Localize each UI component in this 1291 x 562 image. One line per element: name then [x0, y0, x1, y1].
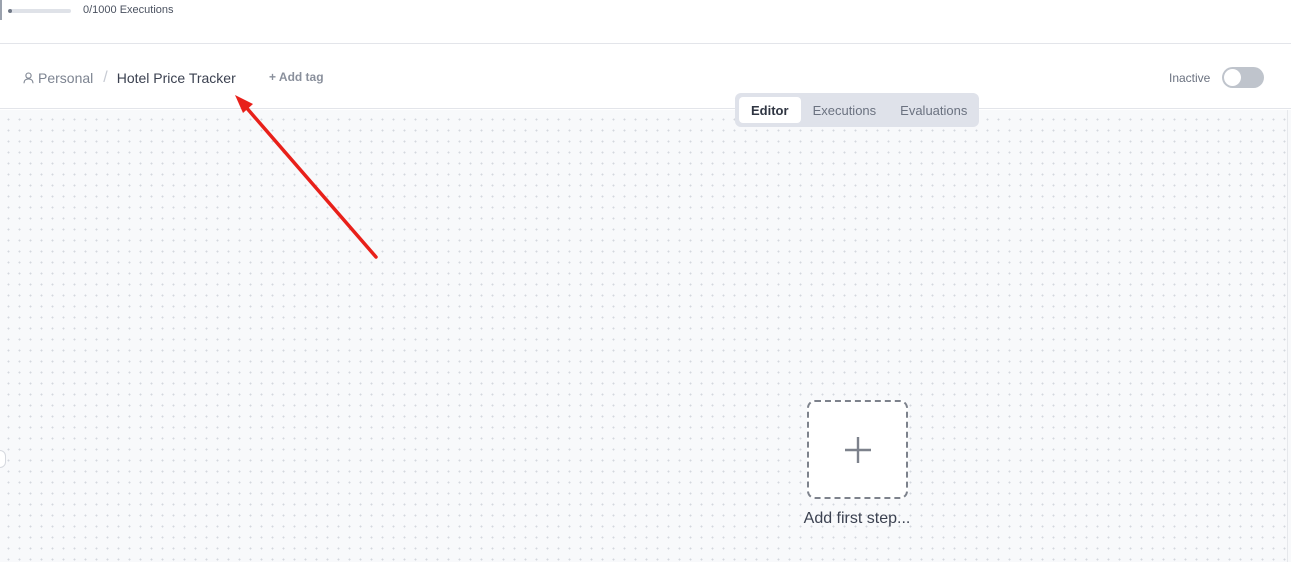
add-first-step-label: Add first step...	[803, 510, 911, 527]
activation-toggle[interactable]	[1222, 67, 1264, 88]
view-tabs: Editor Executions Evaluations	[735, 93, 979, 127]
executions-progress-bar	[8, 9, 71, 13]
sidebar-edge	[0, 0, 2, 20]
usage-bar: 0/1000 Executions	[0, 0, 1291, 44]
toggle-knob	[1224, 69, 1241, 86]
add-tag-button[interactable]: + Add tag	[269, 70, 324, 84]
workflow-name[interactable]: Hotel Price Tracker	[117, 70, 236, 86]
activation-status-label: Inactive	[1169, 71, 1211, 85]
tab-evaluations[interactable]: Evaluations	[888, 97, 979, 123]
workflow-header: Personal / Hotel Price Tracker + Add tag…	[0, 44, 1291, 109]
tab-executions[interactable]: Executions	[801, 97, 889, 123]
add-first-step-button[interactable]	[807, 400, 908, 499]
canvas-edge	[1287, 110, 1288, 562]
workflow-canvas[interactable]	[0, 110, 1291, 562]
person-icon	[23, 72, 34, 84]
executions-count-label: 0/1000 Executions	[83, 4, 174, 16]
breadcrumb-project[interactable]: Personal	[38, 70, 93, 86]
tab-editor[interactable]: Editor	[739, 97, 801, 123]
executions-progress-fill	[8, 9, 12, 13]
breadcrumb-separator: /	[103, 69, 108, 86]
plus-icon	[844, 436, 871, 463]
breadcrumb: Personal / Hotel Price Tracker	[23, 68, 236, 88]
